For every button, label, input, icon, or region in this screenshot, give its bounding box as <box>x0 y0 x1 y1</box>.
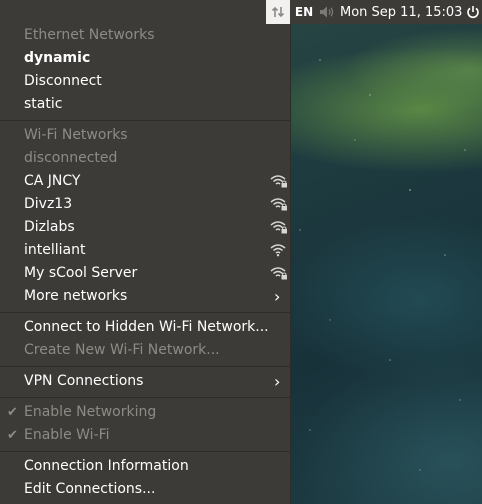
checkmark-icon: ✔ <box>7 428 18 443</box>
ethernet-networks-label: Ethernet Networks <box>24 27 155 43</box>
menu-separator <box>0 312 290 313</box>
create-new-wifi-item: Create New Wi-Fi Network... <box>24 339 290 362</box>
wifi-network-item[interactable]: intelliant <box>24 239 290 262</box>
power-icon <box>467 6 479 19</box>
ethernet-dynamic-label: dynamic <box>24 50 91 66</box>
enable-wifi-label: Enable Wi-Fi <box>24 427 110 443</box>
disconnect-item[interactable]: Disconnect <box>24 70 290 93</box>
power-menu[interactable] <box>464 0 482 24</box>
wifi-network-name: Dizlabs <box>24 219 75 235</box>
more-networks-label: More networks <box>24 288 128 304</box>
wifi-secure-icon <box>270 198 287 211</box>
ethernet-static-item[interactable]: static <box>24 93 290 116</box>
wifi-secure-icon <box>270 267 287 280</box>
clock[interactable]: Mon Sep 11, 15:03 <box>340 0 464 24</box>
ethernet-static-label: static <box>24 96 63 112</box>
more-networks-item[interactable]: More networks › <box>24 285 290 308</box>
wifi-secure-icon <box>270 175 287 188</box>
volume-icon <box>320 6 334 18</box>
connect-hidden-wifi-label: Connect to Hidden Wi-Fi Network... <box>24 319 269 335</box>
chevron-right-icon: › <box>274 372 281 391</box>
desktop: EN Mon Sep 11, 15:03 Ethernet Networks d… <box>0 0 482 504</box>
enable-networking-label: Enable Networking <box>24 404 157 420</box>
ethernet-networks-header: Ethernet Networks <box>24 24 290 47</box>
network-indicator[interactable] <box>266 0 290 24</box>
wifi-status: disconnected <box>24 147 290 170</box>
enable-networking-item[interactable]: Enable Networking <box>24 401 290 424</box>
menu-separator <box>0 366 290 367</box>
wifi-signal-icon <box>270 244 286 257</box>
wifi-network-name: My sCool Server <box>24 265 138 281</box>
wifi-status-label: disconnected <box>24 150 118 166</box>
top-panel: EN Mon Sep 11, 15:03 <box>0 0 482 24</box>
network-icon <box>271 6 285 18</box>
keyboard-layout-indicator[interactable]: EN <box>292 0 316 24</box>
vpn-connections-item[interactable]: VPN Connections › <box>24 370 290 393</box>
ethernet-dynamic-item[interactable]: dynamic <box>24 47 290 70</box>
wifi-networks-label: Wi-Fi Networks <box>24 127 128 143</box>
network-menu: Ethernet Networks dynamic Disconnect sta… <box>0 24 291 504</box>
wifi-network-item[interactable]: CA JNCY <box>24 170 290 193</box>
chevron-right-icon: › <box>274 287 281 306</box>
menu-separator <box>0 451 290 452</box>
wifi-network-item[interactable]: My sCool Server <box>24 262 290 285</box>
connection-information-item[interactable]: Connection Information <box>24 455 290 478</box>
wifi-network-name: CA JNCY <box>24 173 81 189</box>
connection-information-label: Connection Information <box>24 458 189 474</box>
wifi-networks-header: Wi-Fi Networks <box>24 124 290 147</box>
edit-connections-item[interactable]: Edit Connections... <box>24 478 290 501</box>
edit-connections-label: Edit Connections... <box>24 481 156 497</box>
connect-hidden-wifi-item[interactable]: Connect to Hidden Wi-Fi Network... <box>24 316 290 339</box>
enable-wifi-item[interactable]: Enable Wi-Fi <box>24 424 290 447</box>
wifi-network-item[interactable]: Dizlabs <box>24 216 290 239</box>
wifi-network-name: Divz13 <box>24 196 73 212</box>
vpn-connections-label: VPN Connections <box>24 373 144 389</box>
wifi-secure-icon <box>270 221 287 234</box>
wifi-network-item[interactable]: Divz13 <box>24 193 290 216</box>
disconnect-label: Disconnect <box>24 73 102 89</box>
checkmark-icon: ✔ <box>7 405 18 420</box>
menu-separator <box>0 120 290 121</box>
create-new-wifi-label: Create New Wi-Fi Network... <box>24 342 220 358</box>
sound-indicator[interactable] <box>316 0 338 24</box>
wifi-network-name: intelliant <box>24 242 86 258</box>
menu-separator <box>0 397 290 398</box>
